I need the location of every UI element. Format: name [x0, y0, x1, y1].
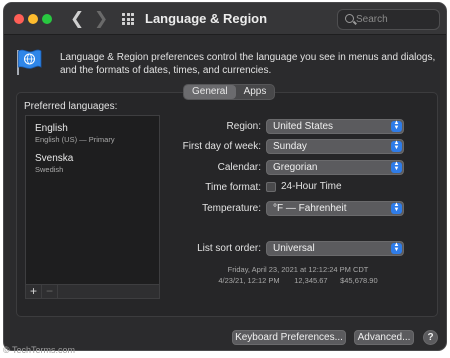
back-arrow-icon[interactable]: ❮ [70, 9, 84, 29]
window-title: Language & Region [145, 11, 268, 26]
tab-apps[interactable]: Apps [236, 85, 275, 99]
chevron-updown-icon: ▲ ▼ [391, 242, 402, 254]
search-icon [345, 14, 354, 23]
title-bar: ❮ ❯ Language & Region [4, 3, 446, 35]
24-hour-time-label[interactable]: 24-Hour Time [281, 181, 342, 192]
keyboard-preferences-button[interactable]: Keyboard Preferences... [232, 330, 346, 345]
calendar-value: Gregorian [273, 162, 318, 173]
first-day-label: First day of week: [182, 141, 261, 152]
sort-order-value: Universal [273, 243, 315, 254]
close-window-button[interactable] [14, 14, 24, 24]
language-name: Svenska [35, 153, 74, 164]
zoom-window-button[interactable] [42, 14, 52, 24]
language-item-svenska[interactable]: Svenska Swedish [35, 153, 73, 175]
sample-date-time: Friday, April 23, 2021 at 12:12:24 PM CD… [227, 265, 369, 274]
region-label: Region: [226, 121, 261, 132]
advanced-button[interactable]: Advanced... [354, 330, 414, 345]
first-day-value: Sunday [273, 141, 307, 152]
search-field[interactable] [337, 9, 440, 30]
watermark: © TechTerms.com [3, 345, 75, 355]
temperature-value: °F — Fahrenheit [273, 203, 347, 214]
tab-bar: General Apps [183, 84, 276, 100]
preferred-languages-label: Preferred languages: [24, 101, 118, 112]
chevron-updown-icon: ▲ ▼ [391, 120, 402, 132]
show-all-grid-icon[interactable] [122, 13, 134, 25]
forward-arrow-icon[interactable]: ❯ [94, 9, 108, 29]
globe-flag-icon [17, 49, 42, 75]
first-day-select[interactable]: Sunday ▲ ▼ [266, 139, 404, 154]
language-detail: Swedish [35, 165, 64, 174]
search-input[interactable] [356, 12, 436, 27]
sample-number-currency: 4/23/21, 12:12 PM 12,345.67 $45,678.90 [218, 276, 378, 285]
minimize-window-button[interactable] [28, 14, 38, 24]
add-language-button[interactable]: + [26, 285, 42, 298]
24-hour-time-checkbox[interactable] [266, 182, 276, 192]
language-detail: English (US) — Primary [35, 135, 115, 144]
language-list-controls: + − [25, 285, 160, 299]
sort-order-select[interactable]: Universal ▲ ▼ [266, 241, 404, 256]
help-button[interactable]: ? [423, 330, 438, 345]
remove-language-button[interactable]: − [42, 285, 58, 298]
calendar-label: Calendar: [217, 162, 261, 173]
chevron-updown-icon: ▲ ▼ [391, 161, 402, 173]
pane-description: Language & Region preferences control th… [60, 52, 436, 76]
sort-order-label: List sort order: [197, 243, 261, 254]
time-format-label: Time format: [205, 182, 261, 193]
chevron-updown-icon: ▲ ▼ [391, 202, 402, 214]
temperature-label: Temperature: [202, 203, 261, 214]
chevron-updown-icon: ▲ ▼ [391, 140, 402, 152]
region-select[interactable]: United States ▲ ▼ [266, 119, 404, 134]
temperature-select[interactable]: °F — Fahrenheit ▲ ▼ [266, 201, 404, 216]
calendar-select[interactable]: Gregorian ▲ ▼ [266, 160, 404, 175]
language-item-english[interactable]: English English (US) — Primary [35, 123, 115, 145]
preferred-languages-list[interactable]: English English (US) — Primary Svenska S… [25, 115, 160, 285]
region-value: United States [273, 121, 334, 132]
language-name: English [35, 123, 68, 134]
tab-general[interactable]: General [184, 85, 236, 99]
